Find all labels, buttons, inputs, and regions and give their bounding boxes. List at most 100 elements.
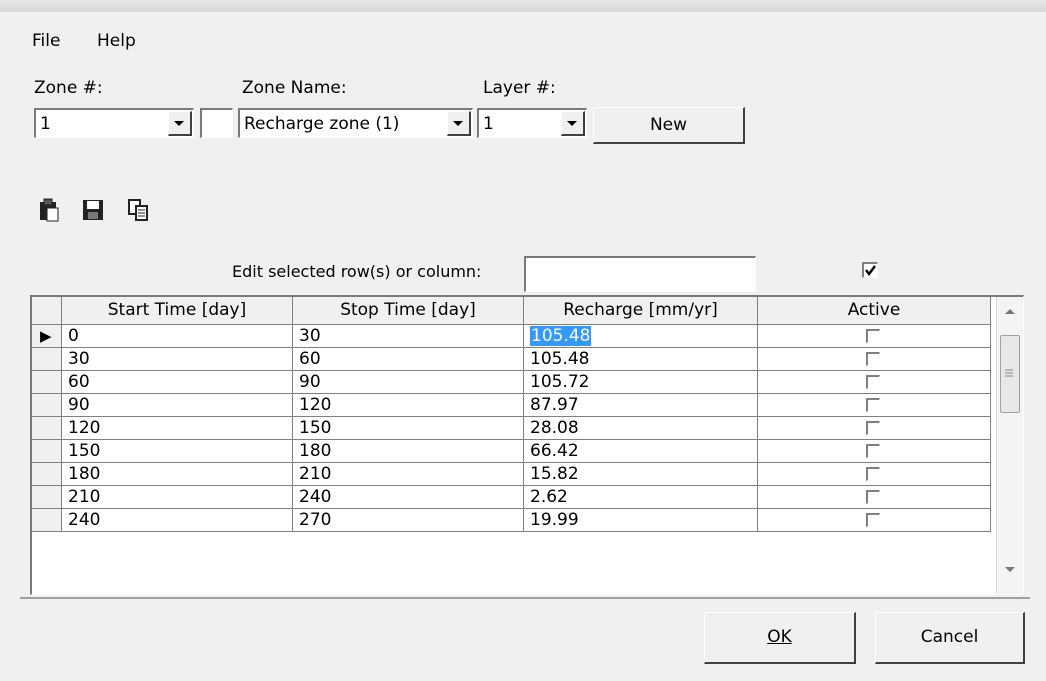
recharge-value: 28.08 <box>530 418 579 438</box>
cell-active[interactable] <box>758 509 991 532</box>
ok-button[interactable]: OK <box>704 612 856 664</box>
cell-recharge[interactable]: 87.97 <box>524 394 758 417</box>
active-checkbox[interactable] <box>866 352 880 366</box>
start-value: 210 <box>68 487 101 507</box>
menu-help[interactable]: Help <box>97 31 136 51</box>
cell-recharge[interactable]: 105.72 <box>524 371 758 394</box>
active-checkbox[interactable] <box>866 467 880 481</box>
scroll-down-icon[interactable] <box>1005 567 1015 573</box>
start-value: 90 <box>68 395 90 415</box>
cell-stop[interactable]: 210 <box>293 463 524 486</box>
start-value: 0 <box>68 326 79 346</box>
recharge-value: 105.48 <box>530 326 592 346</box>
zone-color-box[interactable] <box>200 108 233 138</box>
cell-active[interactable] <box>758 371 991 394</box>
cell-start[interactable]: 210 <box>62 486 293 509</box>
cell-stop[interactable]: 150 <box>293 417 524 440</box>
cell-recharge[interactable]: 19.99 <box>524 509 758 532</box>
cell-active[interactable] <box>758 348 991 371</box>
row-header[interactable] <box>32 509 62 532</box>
menu-bar: File Help <box>20 26 1030 56</box>
layer-dropdown-button[interactable] <box>561 111 585 136</box>
active-checkbox[interactable] <box>866 513 880 527</box>
cell-start[interactable]: 0 <box>62 325 293 348</box>
new-button[interactable]: New <box>593 107 745 144</box>
cell-recharge[interactable]: 105.48 <box>524 325 758 348</box>
zone-name-value: Recharge zone (1) <box>244 114 400 134</box>
edit-value-input[interactable] <box>524 256 756 292</box>
cell-recharge[interactable]: 15.82 <box>524 463 758 486</box>
cell-start[interactable]: 150 <box>62 440 293 463</box>
cell-active[interactable] <box>758 394 991 417</box>
cell-stop[interactable]: 180 <box>293 440 524 463</box>
stop-value: 180 <box>299 441 332 461</box>
chevron-down-icon <box>174 121 184 126</box>
cell-recharge[interactable]: 66.42 <box>524 440 758 463</box>
grip-icon <box>1005 369 1013 377</box>
cell-start[interactable]: 240 <box>62 509 293 532</box>
paste-icon[interactable] <box>38 198 60 222</box>
row-header[interactable] <box>32 371 62 394</box>
recharge-value: 87.97 <box>530 395 579 415</box>
row-header[interactable] <box>32 440 62 463</box>
zone-dropdown-button[interactable] <box>168 111 192 136</box>
active-checkbox[interactable] <box>866 444 880 458</box>
row-header[interactable] <box>32 417 62 440</box>
zone-select[interactable]: 1 <box>34 108 194 138</box>
cell-start[interactable]: 60 <box>62 371 293 394</box>
cell-recharge[interactable]: 2.62 <box>524 486 758 509</box>
row-header[interactable] <box>32 486 62 509</box>
column-header-recharge[interactable]: Recharge [mm/yr] <box>524 297 758 325</box>
start-value: 120 <box>68 418 101 438</box>
cell-start[interactable]: 120 <box>62 417 293 440</box>
copy-icon[interactable] <box>127 198 149 222</box>
menu-file[interactable]: File <box>32 31 60 51</box>
scroll-up-icon[interactable] <box>1005 309 1015 315</box>
column-header-start[interactable]: Start Time [day] <box>62 297 293 325</box>
cell-active[interactable] <box>758 325 991 348</box>
cell-stop[interactable]: 90 <box>293 371 524 394</box>
row-header[interactable]: ▶ <box>32 325 62 348</box>
column-header-stop[interactable]: Stop Time [day] <box>293 297 524 325</box>
active-checkbox[interactable] <box>866 490 880 504</box>
cancel-button[interactable]: Cancel <box>875 612 1025 664</box>
cell-stop[interactable]: 60 <box>293 348 524 371</box>
scrollbar-thumb[interactable] <box>1000 335 1020 413</box>
stop-value: 150 <box>299 418 332 438</box>
zone-name-dropdown-button[interactable] <box>447 111 471 136</box>
cell-start[interactable]: 180 <box>62 463 293 486</box>
cancel-label: Cancel <box>920 627 979 647</box>
cell-stop[interactable]: 30 <box>293 325 524 348</box>
row-header[interactable] <box>32 394 62 417</box>
cell-start[interactable]: 90 <box>62 394 293 417</box>
row-header[interactable] <box>32 463 62 486</box>
ok-label: OK <box>767 627 792 647</box>
chevron-down-icon <box>567 121 577 126</box>
recharge-table[interactable]: Start Time [day] Stop Time [day] Recharg… <box>30 295 1024 595</box>
active-checkbox[interactable] <box>866 421 880 435</box>
cell-start[interactable]: 30 <box>62 348 293 371</box>
cell-recharge[interactable]: 105.48 <box>524 348 758 371</box>
cell-active[interactable] <box>758 463 991 486</box>
cell-active[interactable] <box>758 440 991 463</box>
cell-active[interactable] <box>758 417 991 440</box>
cell-active[interactable] <box>758 486 991 509</box>
table-scrollbar[interactable] <box>996 297 1023 594</box>
zone-name-select[interactable]: Recharge zone (1) <box>238 108 473 138</box>
column-header-active[interactable]: Active <box>758 297 991 325</box>
cell-stop[interactable]: 270 <box>293 509 524 532</box>
cell-stop[interactable]: 120 <box>293 394 524 417</box>
row-header[interactable] <box>32 348 62 371</box>
edit-active-checkbox[interactable] <box>862 262 878 278</box>
zone-name-label: Zone Name: <box>242 78 347 98</box>
active-checkbox[interactable] <box>866 398 880 412</box>
save-icon[interactable] <box>82 198 104 222</box>
cell-recharge[interactable]: 28.08 <box>524 417 758 440</box>
active-checkbox[interactable] <box>866 375 880 389</box>
start-value: 30 <box>68 349 90 369</box>
layer-label: Layer #: <box>483 78 556 98</box>
active-checkbox[interactable] <box>866 329 880 343</box>
cell-stop[interactable]: 240 <box>293 486 524 509</box>
layer-select[interactable]: 1 <box>477 108 587 138</box>
chevron-down-icon <box>453 121 463 126</box>
